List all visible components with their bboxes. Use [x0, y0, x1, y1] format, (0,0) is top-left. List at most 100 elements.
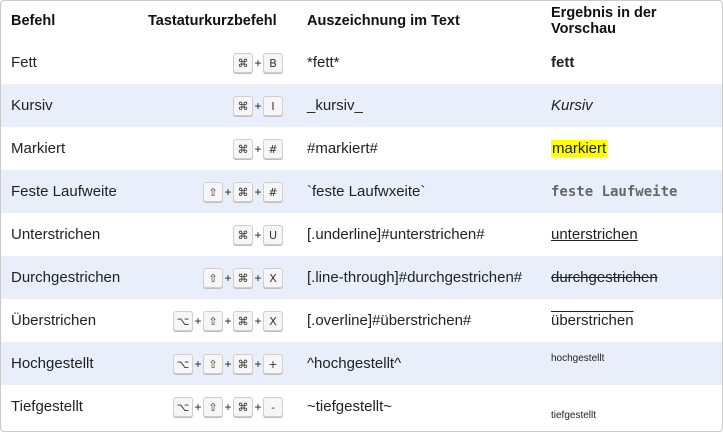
option-key-icon: ⌥ [173, 310, 193, 331]
preview-result: fett [551, 54, 575, 71]
command-key-icon: ⌘ [233, 95, 253, 116]
keycap: X [263, 310, 283, 331]
preview-result: feste Laufweite [551, 184, 678, 200]
preview-result: Kursiv [551, 97, 593, 114]
shortcut-cell: ⌥ + ⇧ + ⌘ + X [142, 299, 289, 342]
markup-syntax: ~tiefgestellt~ [307, 398, 393, 415]
markup-syntax: ^hochgestellt^ [307, 355, 402, 372]
key-combination: ⌥ + ⇧ + ⌘ + - [173, 396, 283, 417]
preview-cell: überstrichen [541, 299, 722, 342]
plus-separator: + [254, 227, 262, 242]
keycap: # [263, 138, 283, 159]
keycap: B [263, 52, 283, 73]
formatting-shortcuts-table: Befehl Tastaturkurzbefehl Auszeichnung i… [1, 1, 722, 428]
table-row: Durchgestrichen ⇧ + ⌘ + X [.line-through]#durc… [1, 256, 722, 299]
command-name: Fett [11, 54, 37, 71]
plus-separator: + [194, 399, 202, 414]
shift-key-icon: ⇧ [203, 267, 223, 288]
shortcut-cell: ⇧ + ⌘ + X [142, 256, 289, 299]
shortcut-cell: ⌘ + U [142, 213, 289, 256]
markup-syntax: #markiert# [307, 140, 378, 157]
plus-separator: + [254, 98, 262, 113]
plus-separator: + [224, 399, 232, 414]
keycap: U [263, 224, 283, 245]
table-row: Hochgestellt ⌥ + ⇧ + ⌘ + + ^hochgestellt^ hochges… [1, 342, 722, 385]
plus-separator: + [254, 313, 262, 328]
preview-cell: Kursiv [541, 84, 722, 127]
command-key-icon: ⌘ [233, 224, 253, 245]
command-key-icon: ⌘ [233, 138, 253, 159]
command-name: Markiert [11, 140, 66, 157]
key-combination: ⌘ + B [233, 52, 283, 73]
preview-cell: fett [541, 41, 722, 84]
key-combination: ⌥ + ⇧ + ⌘ + + [173, 353, 283, 374]
table-row: Feste Laufweite ⇧ + ⌘ + # `feste Laufwxeite` fe… [1, 170, 722, 213]
key-combination: ⌥ + ⇧ + ⌘ + X [173, 310, 283, 331]
shortcut-cell: ⌥ + ⇧ + ⌘ + - [142, 385, 289, 428]
table-row: Überstrichen ⌥ + ⇧ + ⌘ + X [.overline]#überstric… [1, 299, 722, 342]
preview-cell: hochgestellt [541, 342, 722, 385]
preview-result: tiefgestellt [551, 410, 597, 421]
plus-separator: + [254, 356, 262, 371]
table-row: Unterstrichen ⌘ + U [.underline]#unterstrich… [1, 213, 722, 256]
markup-syntax: [.overline]#überstrichen# [307, 312, 472, 329]
shift-key-icon: ⇧ [203, 181, 223, 202]
plus-separator: + [254, 55, 262, 70]
header-preview: Ergebnis in der Vorschau [551, 5, 657, 37]
header-command: Befehl [11, 13, 56, 29]
shift-key-icon: ⇧ [203, 396, 223, 417]
key-combination: ⇧ + ⌘ + # [203, 181, 283, 202]
preview-cell: unterstrichen [541, 213, 722, 256]
markup-syntax: [.line-through]#durchgestrichen# [307, 269, 523, 286]
plus-separator: + [254, 399, 262, 414]
preview-cell: tiefgestellt [541, 385, 722, 428]
key-combination: ⌘ + I [233, 95, 283, 116]
command-key-icon: ⌘ [233, 310, 253, 331]
key-combination: ⌘ + # [233, 138, 283, 159]
header-markup: Auszeichnung im Text [307, 13, 460, 29]
formatting-table-panel: Befehl Tastaturkurzbefehl Auszeichnung i… [0, 0, 723, 432]
key-combination: ⇧ + ⌘ + X [203, 267, 283, 288]
shortcut-cell: ⌥ + ⇧ + ⌘ + + [142, 342, 289, 385]
command-name: Feste Laufweite [11, 183, 117, 200]
command-key-icon: ⌘ [233, 353, 253, 374]
markup-syntax: _kursiv_ [307, 97, 363, 114]
command-key-icon: ⌘ [233, 52, 253, 73]
markup-syntax: `feste Laufwxeite` [307, 183, 426, 200]
key-combination: ⌘ + U [233, 224, 283, 245]
command-key-icon: ⌘ [233, 181, 253, 202]
shortcut-cell: ⌘ + # [142, 127, 289, 170]
plus-separator: + [194, 356, 202, 371]
keycap: + [263, 353, 283, 374]
keycap: I [263, 95, 283, 116]
header-shortcut: Tastaturkurzbefehl [148, 13, 277, 29]
plus-separator: + [254, 184, 262, 199]
option-key-icon: ⌥ [173, 396, 193, 417]
command-name: Durchgestrichen [11, 269, 121, 286]
command-name: Kursiv [11, 97, 53, 114]
shortcut-cell: ⇧ + ⌘ + # [142, 170, 289, 213]
table-row: Kursiv ⌘ + I _kursiv_ Kursiv [1, 84, 722, 127]
option-key-icon: ⌥ [173, 353, 193, 374]
plus-separator: + [224, 356, 232, 371]
table-row: Markiert ⌘ + # #markiert# markiert [1, 127, 722, 170]
preview-cell: feste Laufweite [541, 170, 722, 213]
preview-result: überstrichen [551, 312, 634, 329]
preview-result: hochgestellt [551, 353, 605, 364]
plus-separator: + [194, 313, 202, 328]
preview-result: unterstrichen [551, 226, 638, 243]
markup-syntax: *fett* [307, 54, 340, 71]
shortcut-cell: ⌘ + B [142, 41, 289, 84]
shift-key-icon: ⇧ [203, 310, 223, 331]
preview-result: durchgestrichen [551, 269, 658, 286]
table-row: Fett ⌘ + B *fett* fett [1, 41, 722, 84]
keycap: X [263, 267, 283, 288]
keycap: - [263, 396, 283, 417]
preview-result: markiert [551, 140, 608, 157]
command-key-icon: ⌘ [233, 267, 253, 288]
preview-cell: durchgestrichen [541, 256, 722, 299]
preview-cell: markiert [541, 127, 722, 170]
keycap: # [263, 181, 283, 202]
plus-separator: + [224, 184, 232, 199]
plus-separator: + [224, 270, 232, 285]
